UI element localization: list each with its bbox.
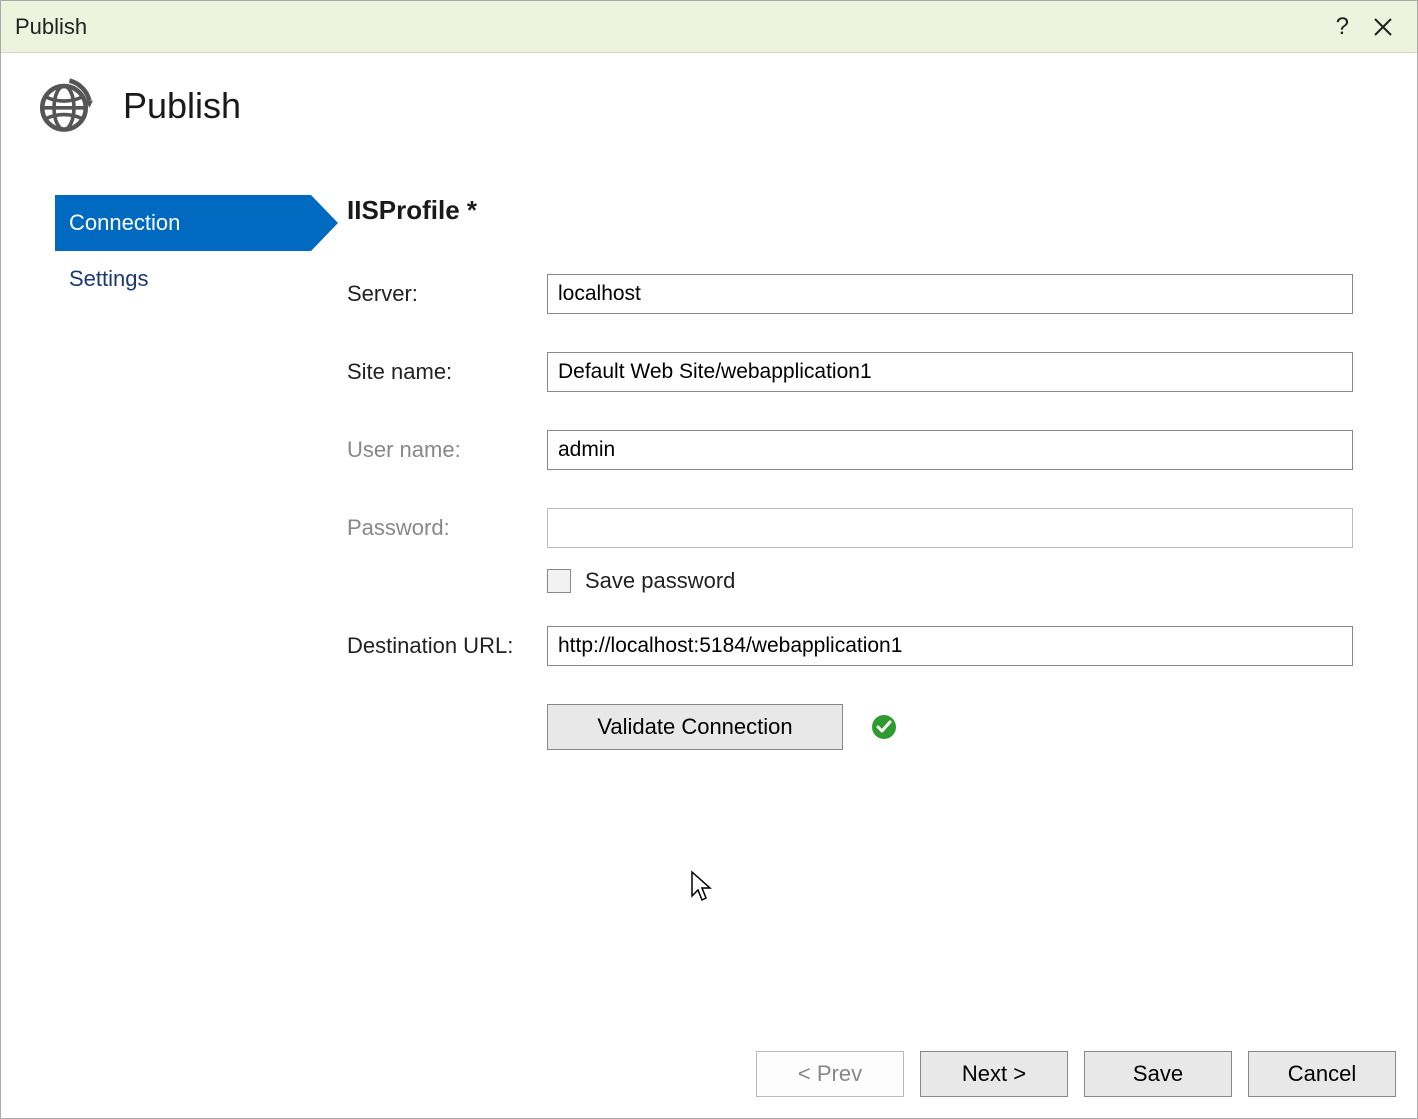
- sitename-label: Site name:: [347, 359, 547, 385]
- save-button[interactable]: Save: [1084, 1051, 1232, 1097]
- username-row: User name:: [347, 430, 1353, 470]
- sitename-row: Site name:: [347, 352, 1353, 392]
- server-input[interactable]: [547, 274, 1353, 314]
- username-label: User name:: [347, 437, 547, 463]
- save-password-checkbox[interactable]: [547, 569, 571, 593]
- destination-url-input[interactable]: [547, 626, 1353, 666]
- sidebar-item-connection[interactable]: Connection: [55, 195, 311, 251]
- sidebar-item-settings[interactable]: Settings: [55, 251, 347, 307]
- dialog-footer: < Prev Next > Save Cancel: [756, 1051, 1396, 1097]
- destination-url-label: Destination URL:: [347, 633, 547, 659]
- password-label: Password:: [347, 515, 547, 541]
- main-panel: IISProfile * Server: Site name: User nam…: [347, 195, 1383, 750]
- close-icon: [1373, 17, 1393, 37]
- password-input[interactable]: [547, 508, 1353, 548]
- sitename-input[interactable]: [547, 352, 1353, 392]
- window-title: Publish: [15, 14, 1322, 40]
- server-label: Server:: [347, 281, 547, 307]
- server-row: Server:: [347, 274, 1353, 314]
- dialog-body: Connection Settings IISProfile * Server:…: [1, 155, 1417, 750]
- username-input[interactable]: [547, 430, 1353, 470]
- publish-globe-icon: [35, 77, 93, 135]
- validate-connection-button[interactable]: Validate Connection: [547, 704, 843, 750]
- validation-success-icon: [871, 714, 897, 740]
- page-title: Publish: [123, 85, 241, 127]
- sidebar-item-label: Settings: [69, 266, 149, 292]
- profile-title: IISProfile *: [347, 195, 1353, 226]
- save-password-label: Save password: [585, 568, 735, 594]
- sidebar: Connection Settings: [55, 195, 347, 750]
- dialog-header: Publish: [1, 53, 1417, 155]
- cancel-button[interactable]: Cancel: [1248, 1051, 1396, 1097]
- destination-url-row: Destination URL:: [347, 626, 1353, 666]
- prev-button: < Prev: [756, 1051, 904, 1097]
- sidebar-item-label: Connection: [69, 210, 180, 236]
- cursor-icon: [690, 870, 714, 902]
- password-row: Password:: [347, 508, 1353, 548]
- titlebar: Publish ?: [1, 1, 1417, 53]
- help-button[interactable]: ?: [1322, 13, 1363, 41]
- next-button[interactable]: Next >: [920, 1051, 1068, 1097]
- close-button[interactable]: [1363, 17, 1403, 37]
- save-password-row: Save password: [547, 568, 1353, 594]
- validate-row: Validate Connection: [547, 704, 1353, 750]
